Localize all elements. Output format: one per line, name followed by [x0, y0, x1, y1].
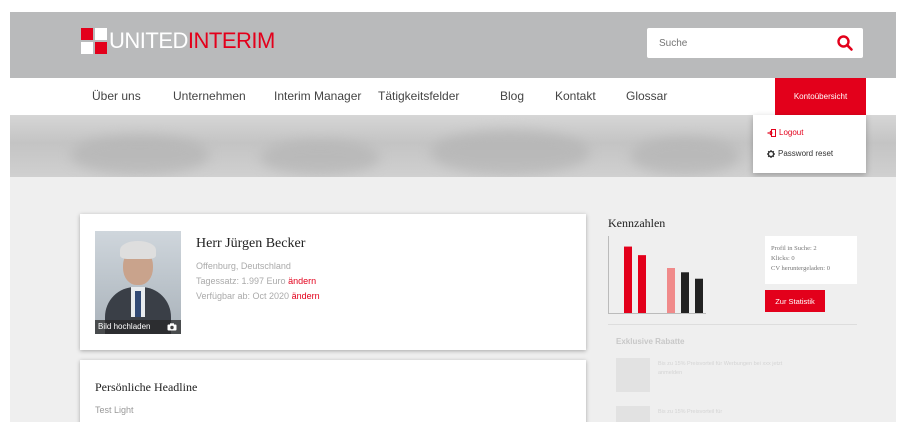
rabatte-item[interactable]: Bis zu 15% Preisvorteil für [616, 406, 856, 422]
nav-item-blog[interactable]: Blog [500, 89, 524, 103]
profile-name: Herr Jürgen Becker [196, 236, 306, 251]
account-dropdown: Logout Password reset [753, 115, 866, 173]
profile-availability-label: Verfügbar ab: Oct 2020 [196, 291, 290, 301]
logo-text-united: UNITED [109, 28, 188, 53]
headline-card: Persönliche Headline Test Light [80, 360, 586, 422]
headline-value: Test Light [95, 405, 134, 415]
chart-bar-2 [638, 255, 646, 313]
camera-icon [167, 323, 177, 331]
stat-clicks: Klicks: 0 [771, 255, 795, 262]
chart-bar-3 [667, 268, 675, 313]
logout-link[interactable]: Logout [767, 128, 803, 137]
nav-item-kontakt[interactable]: Kontakt [555, 89, 596, 103]
statistics-button[interactable]: Zur Statistik [765, 290, 825, 312]
logo-text: UNITEDINTERIM [109, 28, 275, 54]
nav-item-interim-manager[interactable]: Interim Manager [274, 89, 361, 103]
upload-photo-label: Bild hochladen [98, 322, 151, 331]
nav-item-ueber-uns[interactable]: Über uns [92, 89, 141, 103]
logo-mark-icon [81, 28, 107, 54]
logout-icon [767, 128, 776, 137]
rabatte-text: Bis zu 15% Preisvorteil für Werbungen be… [658, 361, 783, 376]
password-reset-label: Password reset [778, 149, 834, 158]
nav-item-unternehmen[interactable]: Unternehmen [173, 89, 246, 103]
rabatte-text: Bis zu 15% Preisvorteil für [658, 409, 723, 415]
search-box [647, 28, 863, 58]
kennzahlen-chart [608, 236, 706, 314]
account-overview-button[interactable]: Kontoübersicht [775, 78, 866, 115]
profile-photo: Bild hochladen [95, 231, 181, 334]
rabatte-title: Exklusive Rabatte [616, 337, 685, 346]
profile-rate: Tagessatz: 1.997 Euro ändern [196, 276, 316, 286]
password-reset-link[interactable]: Password reset [767, 149, 833, 158]
gear-icon [767, 149, 775, 158]
main-nav: Über uns Unternehmen Interim Manager Tät… [10, 78, 896, 115]
search-input[interactable] [647, 28, 827, 58]
profile-card: Bild hochladen Herr Jürgen Becker Offenb… [80, 214, 586, 350]
profile-rate-label: Tagessatz: 1.997 Euro [196, 276, 286, 286]
sidebar-divider [608, 324, 857, 325]
search-icon[interactable] [836, 34, 854, 52]
nav-item-glossar[interactable]: Glossar [626, 89, 667, 103]
stat-profile-in-search: Profil in Suche: 2 [771, 245, 817, 252]
profile-location: Offenburg, Deutschland [196, 261, 291, 271]
logo[interactable]: UNITEDINTERIM [81, 28, 275, 54]
stats-box: Profil in Suche: 2 Klicks: 0 CV herunter… [765, 236, 857, 284]
rabatte-thumbnail [616, 358, 650, 392]
stat-cv-downloads: CV heruntergeladen: 0 [771, 265, 830, 272]
chart-bar-5 [695, 278, 703, 313]
rabatte-thumbnail [616, 406, 650, 422]
kennzahlen-title: Kennzahlen [608, 216, 666, 230]
rabatte-item[interactable]: Bis zu 15% Preisvorteil für Werbungen be… [616, 358, 856, 392]
nav-item-taetigkeitsfelder[interactable]: Tätigkeitsfelder [378, 89, 459, 103]
top-header: UNITEDINTERIM [10, 12, 896, 78]
chart-bar-4 [681, 272, 689, 313]
edit-availability-link[interactable]: ändern [292, 291, 320, 301]
logout-label: Logout [779, 128, 804, 137]
headline-title: Persönliche Headline [95, 380, 198, 394]
profile-availability: Verfügbar ab: Oct 2020 ändern [196, 291, 320, 301]
chart-bar-1 [624, 246, 632, 313]
edit-rate-link[interactable]: ändern [288, 276, 316, 286]
logo-text-interim: INTERIM [187, 28, 275, 53]
upload-photo-button[interactable]: Bild hochladen [95, 320, 181, 334]
